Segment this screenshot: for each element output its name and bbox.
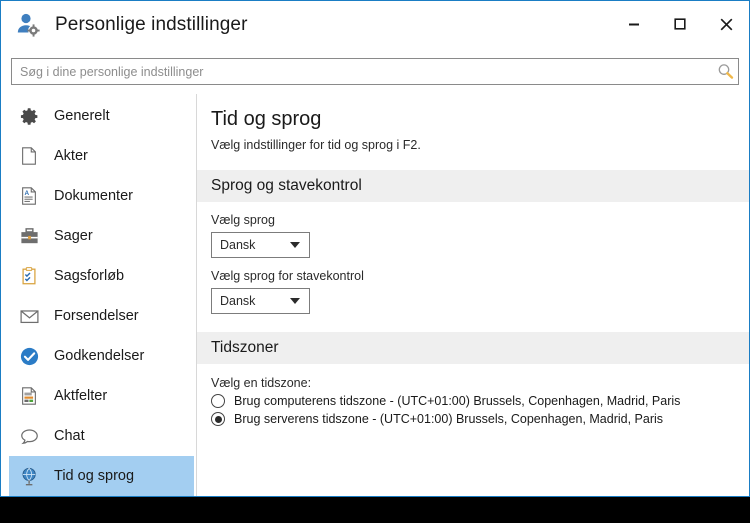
document-text-icon: A (17, 184, 41, 208)
radio-icon[interactable] (211, 394, 225, 408)
minimize-button[interactable] (611, 1, 657, 47)
chevron-down-icon (290, 242, 300, 248)
select-spellcheck-language[interactable]: Dansk (211, 288, 310, 314)
sidebar-item-sager[interactable]: Sager (9, 216, 194, 256)
label-vaelg-sprog-stavekontrol: Vælg sprog for stavekontrol (197, 258, 749, 283)
search-icon[interactable] (712, 59, 738, 84)
envelope-icon (17, 304, 41, 328)
maximize-button[interactable] (657, 1, 703, 47)
clipboard-check-icon (17, 264, 41, 288)
sidebar-item-forsendelser[interactable]: Forsendelser (9, 296, 194, 336)
speech-bubble-icon (17, 424, 41, 448)
radio-label: Brug computerens tidszone - (UTC+01:00) … (234, 394, 680, 408)
radio-option-server-timezone[interactable]: Brug serverens tidszone - (UTC+01:00) Br… (197, 408, 749, 426)
page-subtitle: Vælg indstillinger for tid og sprog i F2… (197, 131, 749, 152)
sidebar-item-label: Dokumenter (54, 188, 133, 204)
section-header-sprog: Sprog og stavekontrol (197, 170, 749, 202)
sidebar-item-label: Akter (54, 148, 88, 164)
select-language[interactable]: Dansk (211, 232, 310, 258)
window-controls (611, 1, 749, 47)
sidebar-item-label: Sager (54, 228, 93, 244)
label-vaelg-tidszone: Vælg en tidszone: (197, 364, 749, 390)
select-spellcheck-language-value: Dansk (212, 294, 255, 308)
section-header-tidszoner: Tidszoner (197, 332, 749, 364)
svg-text:A: A (24, 190, 29, 197)
sidebar-item-label: Godkendelser (54, 348, 144, 364)
search-input[interactable] (12, 65, 712, 79)
form-fields-icon (17, 384, 41, 408)
sidebar-item-label: Sagsforløb (54, 268, 124, 284)
sidebar-item-chat[interactable]: Chat (9, 416, 194, 456)
sidebar-item-tid-og-sprog[interactable]: Tid og sprog (9, 456, 194, 496)
select-language-value: Dansk (212, 238, 255, 252)
chevron-down-icon (290, 298, 300, 304)
radio-icon-selected[interactable] (211, 412, 225, 426)
gear-icon (17, 104, 41, 128)
sidebar-item-label: Forsendelser (54, 308, 139, 324)
sidebar-item-sagsforloeb[interactable]: Sagsforløb (9, 256, 194, 296)
page-title: Tid og sprog (197, 94, 749, 131)
search-row (1, 49, 749, 94)
sidebar-item-godkendelser[interactable]: Godkendelser (9, 336, 194, 376)
sidebar-item-label: Aktfelter (54, 388, 107, 404)
sidebar-item-akter[interactable]: Akter (9, 136, 194, 176)
page-icon (17, 144, 41, 168)
user-settings-icon (13, 10, 43, 40)
content-pane: Tid og sprog Vælg indstillinger for tid … (197, 94, 749, 496)
close-icon (720, 18, 733, 31)
body: Generelt Akter A (1, 94, 749, 496)
maximize-icon (674, 18, 686, 30)
sidebar-item-aktfelter[interactable]: Aktfelter (9, 376, 194, 416)
minimize-icon (628, 18, 640, 30)
window-title: Personlige indstillinger (55, 14, 248, 36)
sidebar-item-label: Generelt (54, 108, 110, 124)
settings-window: Personlige indstillinger (0, 0, 750, 497)
close-button[interactable] (703, 1, 749, 47)
search-box[interactable] (11, 58, 739, 85)
label-vaelg-sprog: Vælg sprog (197, 202, 749, 227)
title-bar: Personlige indstillinger (1, 1, 749, 49)
sidebar-item-generelt[interactable]: Generelt (9, 96, 194, 136)
globe-icon (17, 464, 41, 488)
sidebar-item-label: Tid og sprog (54, 468, 134, 484)
sidebar-item-label: Chat (54, 428, 85, 444)
radio-option-computer-timezone[interactable]: Brug computerens tidszone - (UTC+01:00) … (197, 390, 749, 408)
sidebar: Generelt Akter A (1, 94, 197, 496)
briefcase-icon (17, 224, 41, 248)
radio-label: Brug serverens tidszone - (UTC+01:00) Br… (234, 412, 663, 426)
sidebar-item-dokumenter[interactable]: A Dokumenter (9, 176, 194, 216)
check-circle-icon (17, 344, 41, 368)
